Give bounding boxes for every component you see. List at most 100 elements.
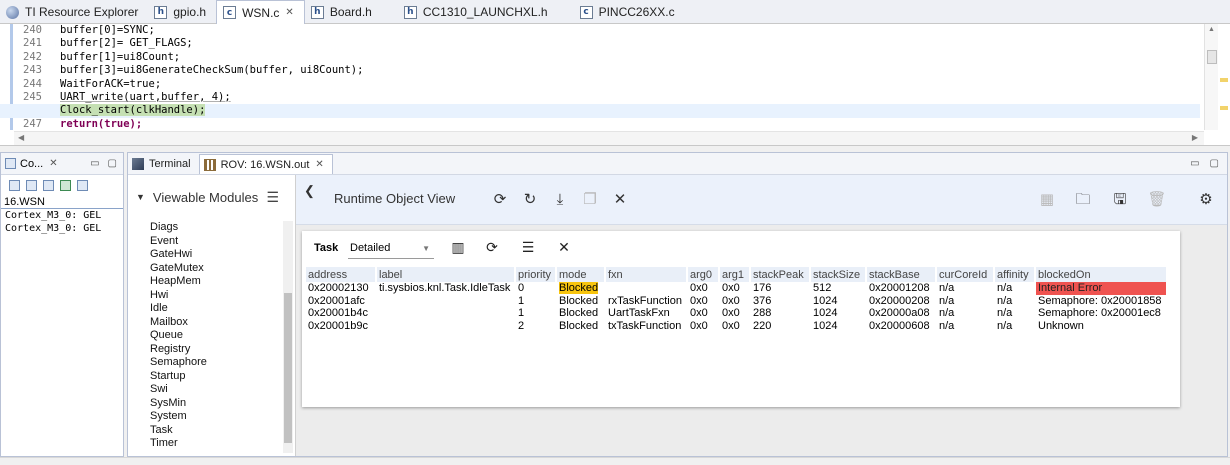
code-text[interactable]: buffer[0]=SYNC; buffer[2]= GET_FLAGS; bu… — [0, 24, 1200, 131]
tab-cc1310-launchxl-h[interactable]: h CC1310_LAUNCHXL.h — [398, 0, 558, 24]
module-item[interactable]: Timer — [128, 437, 282, 451]
module-item[interactable]: Hwi — [128, 289, 282, 303]
column-header[interactable]: arg1 — [719, 267, 751, 282]
module-item[interactable]: SysMin — [128, 397, 282, 411]
editor-vertical-scrollbar[interactable]: ▲ — [1204, 24, 1218, 130]
module-item[interactable]: GateHwi — [128, 248, 282, 262]
column-header[interactable]: label — [376, 267, 516, 282]
scroll-up-icon[interactable]: ▲ — [1208, 26, 1215, 33]
close-icon[interactable]: ✕ — [554, 238, 574, 258]
column-header[interactable]: stackBase — [866, 267, 937, 282]
modules-header[interactable]: ▼ Viewable Modules ☰ — [128, 175, 295, 219]
save-icon[interactable]: 🖫 — [1109, 188, 1131, 210]
menu-icon[interactable]: ☰ — [518, 238, 538, 258]
modules-list: Diags Event GateHwi GateMutex HeapMem Hw… — [128, 221, 282, 453]
refresh-icon[interactable]: ⟳ — [482, 238, 502, 258]
filter-icon[interactable]: ☰ — [266, 189, 279, 206]
module-item[interactable]: Queue — [128, 329, 282, 343]
collapse-caret-icon[interactable]: ▼ — [136, 192, 145, 202]
display-console-icon[interactable] — [77, 179, 88, 191]
column-header[interactable]: affinity — [994, 267, 1036, 282]
copy-icon[interactable] — [43, 179, 54, 191]
table-cell: 2 — [515, 319, 557, 332]
column-header[interactable]: blockedOn — [1035, 267, 1168, 282]
editor-horizontal-scrollbar[interactable]: ◀ ▶ — [14, 131, 1204, 145]
module-item[interactable]: Idle — [128, 302, 282, 316]
module-item[interactable]: Event — [128, 235, 282, 249]
code-line-current[interactable]: Clock_start(clkHandle); — [0, 104, 1200, 118]
table-row[interactable]: 0x20001b4c 1 Blocked UartTaskFxn 0x0 0x0… — [306, 307, 1168, 320]
delete-icon[interactable]: 🗑 — [1146, 188, 1168, 210]
close-icon[interactable]: ✕ — [285, 7, 293, 18]
open-folder-icon[interactable]: 🗀 — [1072, 188, 1094, 210]
module-item[interactable]: System — [128, 410, 282, 424]
column-header[interactable]: address — [306, 267, 377, 282]
table-row[interactable]: 0x20001afc 1 Blocked rxTaskFunction 0x0 … — [306, 294, 1168, 307]
tab-pincc26xx-c[interactable]: c PINCC26XX.c — [574, 0, 685, 24]
module-item[interactable]: Registry — [128, 343, 282, 357]
column-header[interactable]: mode — [556, 267, 606, 282]
view-mode-select[interactable]: Detailed ▼ — [348, 239, 434, 259]
tab-terminal[interactable]: Terminal — [128, 154, 199, 174]
column-header[interactable]: curCoreId — [936, 267, 995, 282]
code-line[interactable]: buffer[2]= GET_FLAGS; — [60, 37, 1200, 50]
module-item[interactable]: GateMutex — [128, 262, 282, 276]
warning-marker[interactable] — [1220, 106, 1228, 110]
tab-gpio-h[interactable]: h gpio.h — [148, 0, 216, 24]
code-line[interactable]: WaitForACK=true; — [60, 78, 1200, 91]
pin-console-icon[interactable] — [60, 179, 71, 191]
warning-marker[interactable] — [1220, 78, 1228, 82]
maximize-icon[interactable]: ▢ — [1210, 158, 1219, 169]
code-line[interactable]: return(true); — [60, 118, 1200, 131]
maximize-icon[interactable]: ▢ — [108, 158, 117, 169]
tab-wsn-c[interactable]: c WSN.c ✕ — [216, 0, 305, 24]
scrollbar-thumb[interactable] — [1207, 50, 1217, 64]
tab-ti-resource-explorer[interactable]: TI Resource Explorer — [0, 0, 148, 24]
clear-console-icon[interactable] — [9, 179, 20, 191]
clone-view-icon[interactable]: ❐ — [579, 188, 601, 210]
close-icon[interactable]: ✕ — [315, 159, 323, 170]
dashboard-icon[interactable]: ▦ — [1036, 188, 1058, 210]
scroll-left-icon[interactable]: ◀ — [18, 133, 24, 142]
columns-icon[interactable]: ▥ — [448, 238, 468, 258]
download-icon[interactable]: ⤓ — [549, 188, 571, 210]
module-item[interactable]: Diags — [128, 221, 282, 235]
module-item[interactable]: HeapMem — [128, 275, 282, 289]
column-header[interactable]: fxn — [605, 267, 688, 282]
dropdown-arrow-icon[interactable]: ▼ — [422, 240, 430, 258]
scroll-right-icon[interactable]: ▶ — [1192, 133, 1198, 142]
minimize-icon[interactable]: ▭ — [90, 158, 99, 169]
gear-icon[interactable]: ⚙ — [1195, 188, 1217, 210]
back-chevron-icon[interactable]: ❮ — [304, 183, 315, 199]
tab-rov[interactable]: ROV: 16.WSN.out ✕ — [198, 154, 333, 174]
close-icon[interactable]: ✕ — [49, 158, 57, 169]
module-item[interactable]: Swi — [128, 383, 282, 397]
module-item[interactable]: Startup — [128, 370, 282, 384]
scrollbar-thumb[interactable] — [284, 293, 292, 443]
console-panel-title[interactable]: Co... — [20, 158, 43, 170]
table-cell: 0 — [515, 282, 557, 295]
code-line[interactable]: buffer[1]=ui8Count; — [60, 51, 1200, 64]
minimize-icon[interactable]: ▭ — [1190, 158, 1199, 169]
module-item[interactable]: Mailbox — [128, 316, 282, 330]
modules-scrollbar[interactable] — [283, 221, 293, 453]
terminal-icon — [132, 158, 144, 170]
close-icon[interactable]: ✕ — [609, 188, 631, 210]
table-cell: 376 — [750, 294, 811, 307]
module-item-task[interactable]: Task — [128, 424, 282, 438]
tab-board-h[interactable]: h Board.h — [305, 0, 382, 24]
module-item[interactable]: Semaphore — [128, 356, 282, 370]
table-row[interactable]: 0x20001b9c 2 Blocked txTaskFunction 0x0 … — [306, 319, 1168, 332]
continuous-refresh-icon[interactable]: ↻ — [519, 188, 541, 210]
column-header[interactable]: stackPeak — [750, 267, 811, 282]
column-header[interactable]: priority — [515, 267, 557, 282]
code-line[interactable]: buffer[0]=SYNC; — [60, 24, 1200, 37]
code-editor[interactable]: ➪ 240 241 242 243 244 245 246 247 buffer… — [0, 24, 1230, 146]
column-header[interactable]: arg0 — [687, 267, 720, 282]
column-header[interactable]: stackSize — [810, 267, 867, 282]
scroll-lock-icon[interactable] — [26, 179, 37, 191]
table-row[interactable]: 0x20002130 ti.sysbios.knl.Task.IdleTask … — [306, 282, 1168, 295]
refresh-icon[interactable]: ⟳ — [489, 188, 511, 210]
code-line[interactable]: buffer[3]=ui8GenerateCheckSum(buffer, ui… — [60, 64, 1200, 77]
code-line[interactable]: UART_write(uart,buffer, 4); — [60, 91, 1200, 104]
